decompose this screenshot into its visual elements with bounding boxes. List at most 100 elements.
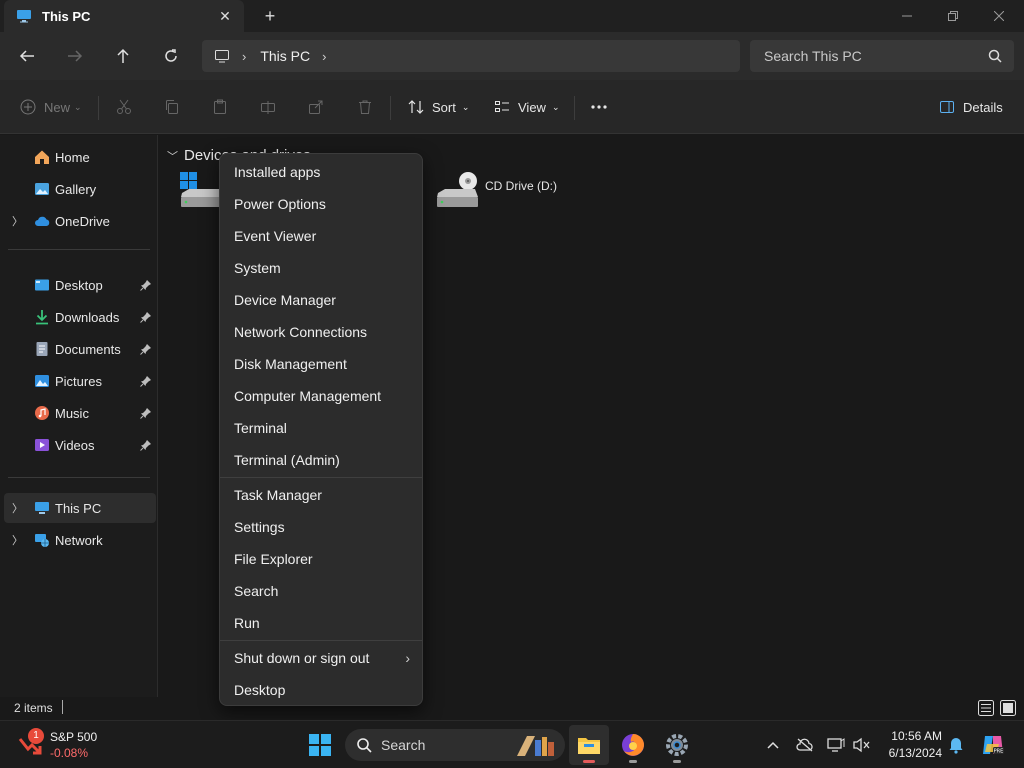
- desktop-folder-icon: [35, 279, 49, 291]
- paste-button[interactable]: [212, 96, 228, 118]
- refresh-button[interactable]: [157, 42, 185, 70]
- delete-button[interactable]: [357, 96, 373, 118]
- share-button[interactable]: [308, 96, 324, 118]
- pin-icon[interactable]: [140, 279, 152, 291]
- rename-button[interactable]: [260, 96, 276, 118]
- pictures-icon: [35, 375, 49, 387]
- notification-button[interactable]: [946, 735, 966, 755]
- notification-badge: 1: [28, 728, 44, 744]
- taskbar-search-box[interactable]: Search: [345, 729, 565, 761]
- cd-drive-label[interactable]: CD Drive (D:): [485, 179, 557, 193]
- more-icon: [591, 105, 607, 109]
- chevron-right-icon[interactable]: 〉: [12, 500, 23, 516]
- menu-item-system[interactable]: System: [234, 260, 281, 276]
- forward-button[interactable]: [61, 42, 89, 70]
- back-button[interactable]: [13, 42, 41, 70]
- sidebar-item-desktop[interactable]: Desktop: [4, 270, 156, 300]
- arrow-up-icon: [117, 48, 129, 63]
- restore-button[interactable]: [930, 0, 976, 32]
- sidebar-item-gallery[interactable]: Gallery: [4, 174, 156, 204]
- pin-icon[interactable]: [140, 407, 152, 419]
- menu-item-terminal[interactable]: Terminal: [234, 420, 287, 436]
- view-button[interactable]: View ⌄: [494, 96, 560, 118]
- details-pane-button[interactable]: Details: [939, 96, 1003, 118]
- menu-divider: [220, 477, 422, 478]
- more-options-button[interactable]: [590, 96, 608, 118]
- taskbar-settings[interactable]: [657, 725, 697, 765]
- video-icon: [35, 439, 49, 451]
- menu-item-device-manager[interactable]: Device Manager: [234, 292, 336, 308]
- start-button[interactable]: [300, 725, 340, 765]
- copilot-button[interactable]: PRE: [980, 732, 1006, 758]
- up-button[interactable]: [109, 42, 137, 70]
- address-bar[interactable]: › This PC ›: [202, 40, 740, 72]
- menu-item-settings[interactable]: Settings: [234, 519, 285, 535]
- breadcrumb-this-pc[interactable]: This PC: [260, 48, 310, 64]
- details-view-icon[interactable]: [978, 700, 994, 716]
- taskbar-file-explorer[interactable]: [569, 725, 609, 765]
- sidebar-item-videos[interactable]: Videos: [4, 430, 156, 460]
- menu-item-network-connections[interactable]: Network Connections: [234, 324, 367, 340]
- close-window-button[interactable]: [976, 0, 1022, 32]
- sidebar-item-pictures[interactable]: Pictures: [4, 366, 156, 396]
- new-tab-button[interactable]: +: [258, 4, 282, 28]
- show-hidden-icons-button[interactable]: [763, 735, 783, 755]
- document-icon: [36, 342, 48, 356]
- search-input[interactable]: Search This PC: [750, 40, 1014, 72]
- win-x-context-menu: Installed apps Power Options Event Viewe…: [219, 153, 423, 706]
- sidebar-item-onedrive[interactable]: 〉 OneDrive: [4, 206, 156, 236]
- sidebar-item-home[interactable]: Home: [4, 142, 156, 172]
- copy-button[interactable]: [164, 96, 180, 118]
- menu-item-run[interactable]: Run: [234, 615, 260, 631]
- taskbar-firefox[interactable]: [613, 725, 653, 765]
- sidebar-item-this-pc[interactable]: 〉 This PC: [4, 493, 156, 523]
- volume-tray-icon[interactable]: [852, 735, 872, 755]
- menu-item-desktop[interactable]: Desktop: [234, 682, 285, 698]
- music-icon: [35, 406, 49, 420]
- details-pane-icon: [940, 101, 954, 113]
- clock[interactable]: 10:56 AM 6/13/2024: [880, 729, 942, 761]
- sidebar-item-label: Network: [55, 532, 103, 548]
- close-tab-icon[interactable]: ✕: [216, 7, 234, 25]
- pin-icon[interactable]: [140, 439, 152, 451]
- menu-item-power-options[interactable]: Power Options: [234, 196, 326, 212]
- sort-button[interactable]: Sort ⌄: [408, 96, 469, 118]
- menu-item-file-explorer[interactable]: File Explorer: [234, 551, 313, 567]
- local-disk-drive[interactable]: [179, 171, 223, 214]
- large-icons-view-icon[interactable]: [1000, 700, 1016, 716]
- divider: [8, 477, 150, 478]
- pin-icon[interactable]: [140, 375, 152, 387]
- menu-item-computer-management[interactable]: Computer Management: [234, 388, 381, 404]
- running-indicator: [673, 760, 681, 763]
- chevron-right-icon[interactable]: 〉: [12, 532, 23, 548]
- menu-item-event-viewer[interactable]: Event Viewer: [234, 228, 316, 244]
- menu-item-terminal-admin[interactable]: Terminal (Admin): [234, 452, 340, 468]
- chevron-right-icon[interactable]: 〉: [12, 213, 23, 229]
- stock-widget[interactable]: 1 S&P 500 -0.08%: [18, 728, 118, 761]
- menu-item-installed-apps[interactable]: Installed apps: [234, 164, 320, 180]
- cd-drive[interactable]: [435, 171, 479, 214]
- search-placeholder: Search This PC: [764, 48, 862, 64]
- divider: [8, 249, 150, 250]
- chevron-right-icon[interactable]: ›: [322, 49, 326, 64]
- pin-icon[interactable]: [140, 311, 152, 323]
- refresh-icon: [165, 49, 177, 62]
- restore-icon: [948, 11, 958, 21]
- sidebar-item-network[interactable]: 〉 Network: [4, 525, 156, 555]
- onedrive-tray-icon[interactable]: [795, 735, 815, 755]
- sidebar-item-downloads[interactable]: Downloads: [4, 302, 156, 332]
- chevron-down-icon: ﹀: [167, 150, 178, 163]
- menu-item-task-manager[interactable]: Task Manager: [234, 487, 322, 503]
- new-button[interactable]: New ⌄: [20, 96, 82, 118]
- menu-item-disk-management[interactable]: Disk Management: [234, 356, 347, 372]
- sidebar-item-music[interactable]: Music: [4, 398, 156, 428]
- sidebar-item-documents[interactable]: Documents: [4, 334, 156, 364]
- tab-this-pc[interactable]: This PC ✕: [4, 0, 244, 32]
- display-tray-icon[interactable]: [826, 735, 846, 755]
- menu-item-shut-down[interactable]: Shut down or sign out ›: [234, 650, 410, 666]
- cut-button[interactable]: [116, 96, 132, 118]
- cd-drive-icon: [437, 172, 478, 207]
- menu-item-search[interactable]: Search: [234, 583, 278, 599]
- pin-icon[interactable]: [140, 343, 152, 355]
- minimize-button[interactable]: [884, 0, 930, 32]
